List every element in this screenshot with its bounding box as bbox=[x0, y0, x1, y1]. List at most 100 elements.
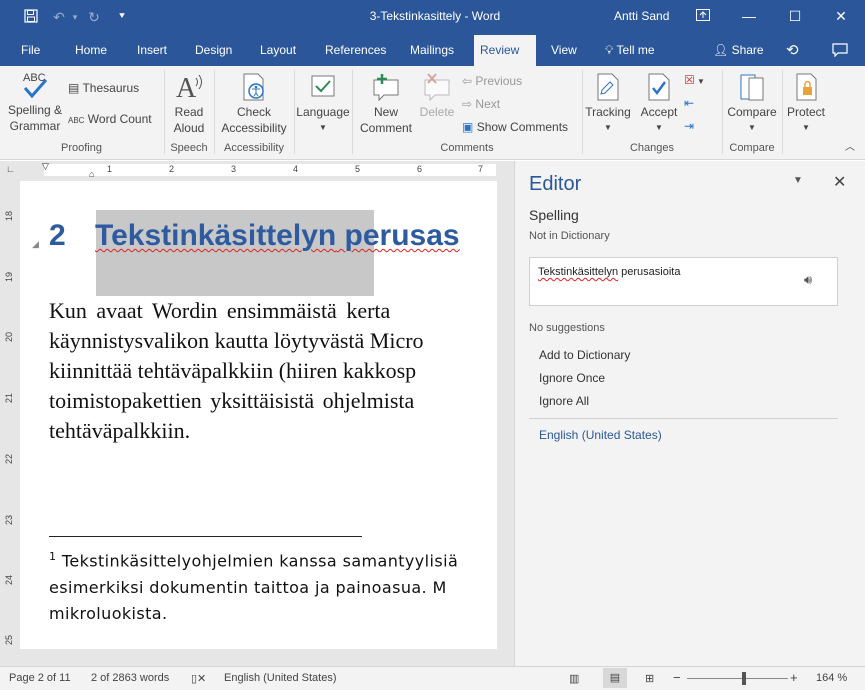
tell-me-box[interactable]: 💡︎ Tell me bbox=[605, 35, 655, 66]
zoom-out-button[interactable]: − bbox=[673, 670, 681, 685]
ruler-number: 19 bbox=[4, 271, 15, 283]
pane-options-icon[interactable]: ▼ bbox=[793, 175, 803, 186]
collapse-ribbon-icon[interactable]: ︿ bbox=[845, 140, 855, 156]
reject-button[interactable]: ☒ ▼ bbox=[684, 72, 705, 90]
zoom-slider-track[interactable] bbox=[687, 678, 788, 679]
user-name[interactable]: Antti Sand bbox=[614, 9, 669, 23]
ruler-number: 24 bbox=[4, 574, 15, 586]
undo-icon[interactable]: ↶ bbox=[50, 8, 68, 26]
customize-toolbar-icon[interactable]: ⯆ bbox=[115, 8, 129, 26]
undo-dropdown-icon[interactable]: ▾ bbox=[70, 8, 80, 26]
comments-panel-icon[interactable] bbox=[832, 35, 848, 66]
horizontal-ruler[interactable]: ▽ ⌂ 1 2 3 4 5 6 7 bbox=[20, 161, 514, 179]
compare-dropdown-icon: ▼ bbox=[748, 123, 756, 132]
tracking-icon bbox=[597, 73, 619, 101]
accept-button[interactable]: Accept ▼ bbox=[636, 72, 682, 136]
delete-comment-button[interactable]: Delete bbox=[418, 72, 456, 120]
tab-file[interactable]: File bbox=[15, 35, 46, 66]
document-area[interactable]: ∟ ▽ ⌂ 1 2 3 4 5 6 7 18 19 20 21 22 23 24… bbox=[0, 161, 514, 666]
lightbulb-icon: 💡︎ bbox=[605, 43, 614, 57]
new-comment-button[interactable]: New Comment bbox=[355, 72, 417, 136]
word-count-indicator[interactable]: 2 of 2863 words bbox=[91, 672, 169, 684]
close-window-button[interactable]: ✕ bbox=[818, 0, 864, 35]
thesaurus-button[interactable]: ▤ Thesaurus bbox=[68, 80, 139, 96]
ruler-number: 23 bbox=[4, 514, 15, 526]
language-dropdown-icon: ▼ bbox=[319, 123, 327, 132]
thesaurus-label: Thesaurus bbox=[82, 81, 140, 95]
language-indicator[interactable]: English (United States) bbox=[224, 672, 337, 684]
footnote-separator bbox=[49, 536, 362, 537]
share-button[interactable]: 👤︎ Share bbox=[713, 35, 764, 66]
hanging-indent-marker[interactable]: ⌂ bbox=[89, 169, 94, 179]
new-comment-label-1: New bbox=[373, 105, 398, 119]
word-count-button[interactable]: ABC Word Count bbox=[68, 111, 152, 129]
tab-view[interactable]: View bbox=[545, 35, 583, 66]
spelling-label-2: Grammar bbox=[9, 119, 61, 133]
page-indicator[interactable]: Page 2 of 11 bbox=[9, 672, 71, 684]
paragraph-line: kiinnittää tehtäväpalkkiin (hiiren kakko… bbox=[49, 358, 417, 383]
ruler-number: 4 bbox=[293, 164, 299, 174]
protect-button[interactable]: Protect ▼ bbox=[784, 72, 828, 136]
speaker-icon[interactable]: 🔊︎ bbox=[804, 272, 812, 288]
group-proofing: Proofing bbox=[61, 142, 102, 154]
zoom-level[interactable]: 164 % bbox=[816, 672, 847, 684]
language-label: Language bbox=[296, 105, 350, 119]
previous-comment-icon: ⇦ bbox=[462, 74, 473, 88]
zoom-slider-thumb[interactable] bbox=[742, 672, 746, 685]
redo-icon[interactable]: ↻ bbox=[85, 8, 103, 26]
tracking-label: Tracking bbox=[585, 105, 631, 119]
check-accessibility-button[interactable]: Check Accessibility bbox=[217, 72, 291, 136]
collapse-heading-icon[interactable]: ◢ bbox=[32, 239, 39, 250]
tab-references[interactable]: References bbox=[319, 35, 392, 66]
language-link[interactable]: English (United States) bbox=[539, 428, 662, 442]
ribbon-display-options-icon[interactable] bbox=[680, 0, 726, 35]
tab-mailings[interactable]: Mailings bbox=[404, 35, 460, 66]
tab-layout[interactable]: Layout bbox=[254, 35, 302, 66]
zoom-in-button[interactable]: + bbox=[790, 670, 798, 685]
tracking-dropdown-icon: ▼ bbox=[604, 123, 612, 132]
next-label: Next bbox=[475, 97, 501, 111]
reject-dropdown-icon: ▼ bbox=[694, 77, 705, 86]
paragraph-line: Kun avaat Wordin ensimmäistä kerta bbox=[49, 298, 391, 323]
ignore-all-button[interactable]: Ignore All bbox=[539, 394, 589, 408]
show-comments-button[interactable]: ▣ Show Comments bbox=[462, 119, 568, 135]
tracking-button[interactable]: Tracking ▼ bbox=[584, 72, 632, 136]
web-layout-icon[interactable]: ⊞ bbox=[645, 672, 654, 685]
heading-2[interactable]: 2 Tekstinkäsittelyn perusas bbox=[49, 219, 460, 253]
title-bar: ↶ ▾ ↻ ⯆ 3-Tekstinkasittely - Word Antti … bbox=[0, 0, 865, 35]
document-page[interactable]: ◢ 2 Tekstinkäsittelyn perusas Kun avaat W… bbox=[20, 181, 497, 649]
read-aloud-button[interactable]: A Read Aloud bbox=[167, 72, 211, 136]
maximize-button[interactable]: ☐ bbox=[772, 0, 818, 35]
previous-change-icon[interactable]: ⇤ bbox=[684, 95, 694, 111]
ignore-once-button[interactable]: Ignore Once bbox=[539, 371, 605, 385]
tab-selector-icon[interactable]: ∟ bbox=[6, 164, 15, 174]
save-icon[interactable] bbox=[22, 8, 40, 26]
read-mode-icon[interactable]: ▥ bbox=[569, 672, 579, 685]
print-layout-icon[interactable]: ▤ bbox=[603, 668, 627, 688]
tab-home[interactable]: Home bbox=[69, 35, 113, 66]
tab-review[interactable]: Review bbox=[474, 35, 536, 66]
tab-design[interactable]: Design bbox=[189, 35, 238, 66]
spelling-grammar-button[interactable]: ABC Spelling & Grammar bbox=[4, 70, 66, 134]
word-count-label: Word Count bbox=[87, 112, 152, 126]
accept-dropdown-icon: ▼ bbox=[655, 123, 663, 132]
first-line-indent-marker[interactable]: ▽ bbox=[42, 161, 49, 172]
new-comment-label-2: Comment bbox=[359, 121, 412, 135]
misspelled-word: Tekstinkäsittelyn bbox=[538, 266, 619, 278]
next-comment-button[interactable]: ⇨ Next bbox=[462, 96, 500, 112]
previous-comment-button[interactable]: ⇦ Previous bbox=[462, 73, 522, 89]
proofing-status-icon[interactable]: ▯✕ bbox=[191, 672, 206, 685]
history-icon[interactable]: ⟲ bbox=[786, 35, 799, 66]
compare-button[interactable]: Compare ▼ bbox=[724, 72, 780, 136]
minimize-button[interactable]: — bbox=[726, 0, 772, 35]
vertical-ruler[interactable]: 18 19 20 21 22 23 24 25 bbox=[0, 179, 20, 666]
heading-number: 2 bbox=[49, 219, 66, 252]
tab-insert[interactable]: Insert bbox=[131, 35, 173, 66]
language-button[interactable]: Language ▼ bbox=[296, 72, 350, 136]
add-to-dictionary-button[interactable]: Add to Dictionary bbox=[539, 348, 630, 362]
tell-me-label: Tell me bbox=[616, 43, 655, 57]
next-change-icon[interactable]: ⇥ bbox=[684, 118, 694, 134]
close-pane-icon[interactable]: ✕ bbox=[833, 172, 846, 192]
ribbon: ABC Spelling & Grammar ▤ Thesaurus ABC W… bbox=[0, 66, 865, 160]
reject-icon: ☒ bbox=[684, 73, 695, 87]
